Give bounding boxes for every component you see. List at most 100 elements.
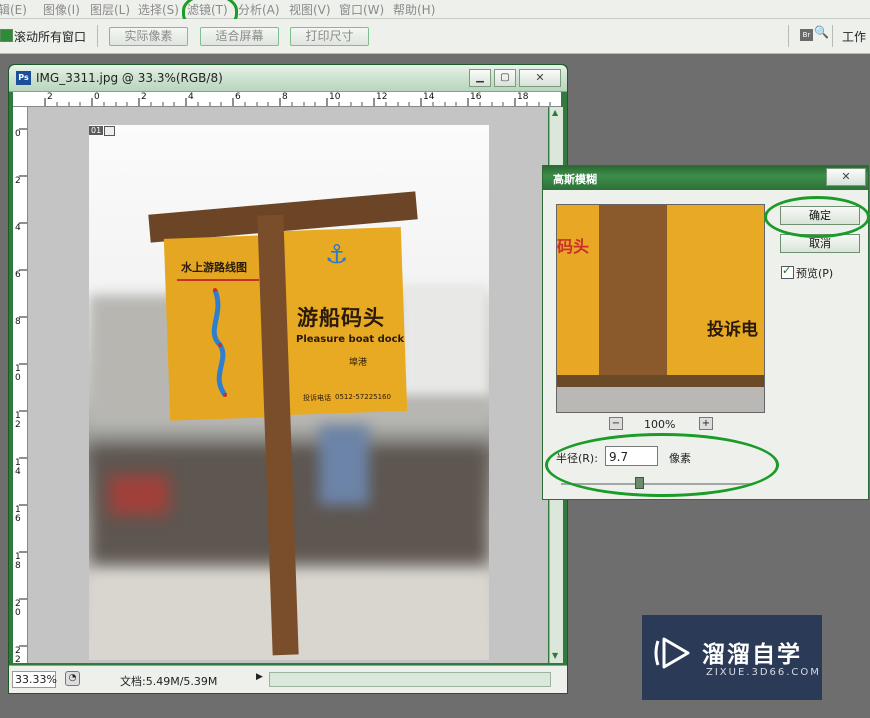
menu-image[interactable]: 图像(I) (43, 1, 80, 18)
menu-window[interactable]: 窗口(W) (339, 1, 384, 18)
ruler-ticks (19, 128, 27, 647)
radius-slider-track[interactable] (561, 483, 754, 485)
maximize-icon[interactable]: ▢ (494, 69, 516, 87)
background-red-blur (109, 475, 169, 515)
options-bar: 滚动所有窗口 实际像素 适合屏幕 打印尺寸 Br 🔍 工作 (0, 19, 870, 54)
dialog-close-icon[interactable]: ✕ (826, 168, 866, 186)
background-person (319, 425, 369, 505)
canvas-area[interactable]: 水上游路线图 ⚓ 游船码头 Pleasure boat dock 埠港 投诉电话… (28, 107, 548, 663)
radius-unit: 像素 (669, 452, 691, 465)
menu-filter[interactable]: 滤镜(T) (187, 1, 228, 18)
scroll-all-checkbox[interactable] (0, 29, 13, 42)
sign-english: Pleasure boat dock (296, 334, 405, 345)
sign-red-line (177, 279, 259, 281)
check-icon: ✓ (782, 264, 792, 277)
document-title: IMG_3311.jpg @ 33.3%(RGB/8) (36, 71, 223, 85)
preview-board-edge (557, 375, 764, 387)
route-map (211, 288, 228, 397)
ruler-label: 6 (15, 270, 21, 280)
separator (788, 25, 789, 47)
menu-bar: 辑(E) 图像(I) 图层(L) 选择(S) 滤镜(T) 分析(A) 视图(V)… (0, 0, 870, 19)
ok-button[interactable]: 确定 (780, 206, 860, 225)
ruler-label: 6 (235, 92, 241, 102)
sign-phone: 0512-57225160 (335, 393, 391, 401)
preview-text-black: 投诉电 (707, 320, 758, 340)
preview-board-right (667, 205, 764, 380)
minimize-icon[interactable]: ▁ (469, 69, 491, 87)
menu-help[interactable]: 帮助(H) (393, 1, 435, 18)
scroll-down-icon[interactable]: ▼ (552, 651, 558, 660)
bridge-icon[interactable]: Br (800, 29, 813, 41)
menu-analysis[interactable]: 分析(A) (238, 1, 280, 18)
radius-slider-thumb[interactable] (635, 477, 644, 489)
preview-background (557, 387, 764, 412)
watermark-logo: 溜溜自学 ZIXUE.3D66.COM (642, 615, 822, 700)
scroll-up-icon[interactable]: ▲ (552, 108, 558, 117)
vertical-ruler: 0 2 4 6 8 10 12 14 16 18 20 22 (13, 107, 28, 665)
zoom-out-icon[interactable]: − (609, 417, 623, 430)
ruler-label: 18 (517, 92, 529, 102)
sign-sub: 埠港 (349, 358, 368, 368)
scroll-all-label: 滚动所有窗口 (14, 30, 87, 44)
ruler-label: 14 (423, 92, 435, 102)
ruler-label: 12 (376, 92, 388, 102)
status-menu-icon[interactable]: ◔ (65, 671, 80, 686)
sign-complaint-label: 投诉电话 (303, 394, 331, 402)
workspace-button[interactable]: 工作 (842, 28, 866, 45)
document-title-bar[interactable]: Ps IMG_3311.jpg @ 33.3%(RGB/8) ▁ ▢ ✕ (9, 65, 567, 92)
background-building (399, 285, 489, 395)
layer-mask-icon (104, 126, 115, 136)
close-icon[interactable]: ✕ (519, 69, 561, 87)
photo-canvas[interactable]: 水上游路线图 ⚓ 游船码头 Pleasure boat dock 埠港 投诉电话… (89, 125, 489, 660)
ruler-label: 4 (15, 223, 21, 233)
document-size: 文档:5.49M/5.39M (120, 675, 218, 688)
sign-right-title: 游船码头 (297, 306, 385, 330)
ruler-label: 14 (15, 458, 21, 477)
fit-screen-button[interactable]: 适合屏幕 (200, 27, 279, 46)
ruler-label: 12 (15, 411, 21, 430)
horizontal-scrollbar[interactable] (269, 672, 551, 687)
ruler-label: 0 (94, 92, 100, 102)
preview-label: 预览(P) (796, 267, 834, 280)
ruler-label: 16 (470, 92, 482, 102)
dialog-title: 高斯模糊 (553, 173, 597, 186)
dialog-title-bar[interactable]: 高斯模糊 ✕ (543, 166, 868, 190)
blur-preview[interactable]: 码头 投诉电 (556, 204, 765, 413)
radius-input[interactable]: 9.7 (605, 446, 658, 466)
logo-url: ZIXUE.3D66.COM (706, 667, 821, 678)
ruler-label: 18 (15, 552, 21, 571)
menu-layer[interactable]: 图层(L) (90, 1, 130, 18)
ruler-label: 20 (15, 599, 21, 618)
play-logo-icon (654, 637, 690, 669)
ruler-label: 2 (15, 176, 21, 186)
boat-logo-icon: ⚓ (325, 240, 349, 270)
separator (97, 25, 98, 47)
preview-text-red: 码头 (557, 237, 590, 256)
menu-view[interactable]: 视图(V) (289, 1, 331, 18)
preview-checkbox[interactable]: ✓ (781, 264, 794, 279)
menu-select[interactable]: 选择(S) (138, 1, 179, 18)
ruler-label: 16 (15, 505, 21, 524)
document-window: Ps IMG_3311.jpg @ 33.3%(RGB/8) ▁ ▢ ✕ 2 0… (8, 64, 568, 694)
ruler-label: 22 (15, 646, 21, 665)
zoom-field[interactable]: 33.33% (12, 671, 57, 688)
ruler-label: 2 (47, 92, 53, 102)
logo-name: 溜溜自学 (702, 642, 802, 668)
gaussian-blur-dialog: 高斯模糊 ✕ 码头 投诉电 − 100% + 确定 取消 ✓ 预览(P) 半径(… (542, 165, 869, 500)
sign-left-title: 水上游路线图 (181, 261, 247, 274)
menu-edit[interactable]: 辑(E) (0, 1, 27, 18)
status-arrow-icon[interactable]: ▶ (256, 672, 263, 682)
ruler-label: 4 (188, 92, 194, 102)
separator (832, 25, 833, 47)
search-icon[interactable]: 🔍 (814, 25, 829, 39)
print-size-button[interactable]: 打印尺寸 (290, 27, 369, 46)
actual-pixels-button[interactable]: 实际像素 (109, 27, 188, 46)
layer-tag: 01 (89, 126, 104, 135)
zoom-in-icon[interactable]: + (699, 417, 713, 430)
cancel-button[interactable]: 取消 (780, 234, 860, 253)
ruler-label: 10 (329, 92, 341, 102)
photoshop-icon: Ps (16, 71, 31, 85)
preview-zoom-level: 100% (644, 418, 676, 431)
horizontal-ruler: 2 0 2 4 6 8 10 12 14 16 18 (13, 92, 561, 107)
ruler-label: 0 (15, 129, 21, 139)
